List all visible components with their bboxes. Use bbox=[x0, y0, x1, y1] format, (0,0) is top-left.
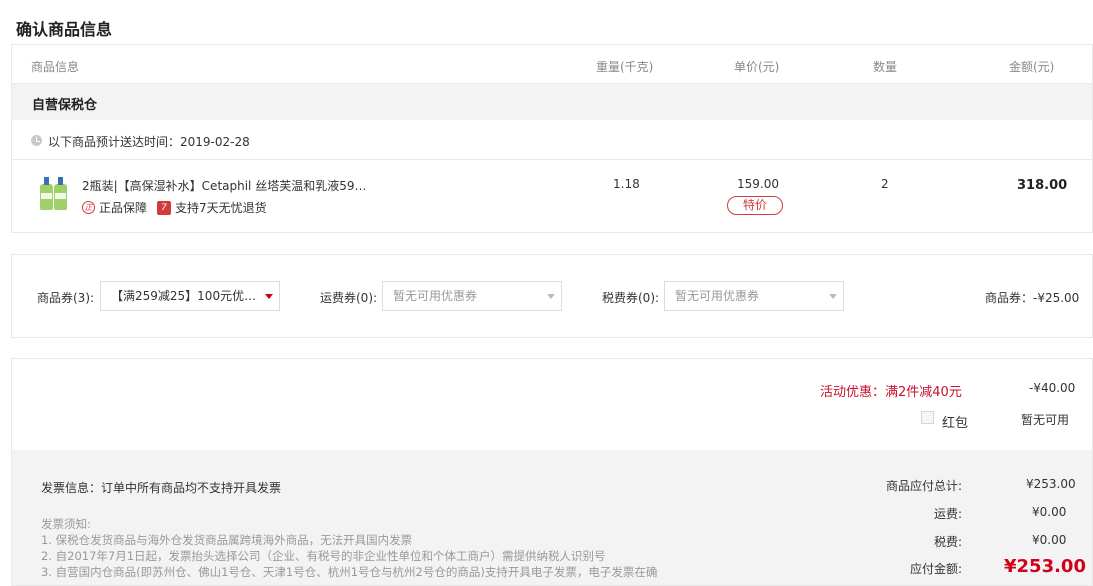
seven-day-return-icon: 7 bbox=[157, 200, 172, 215]
chevron-down-icon bbox=[265, 294, 273, 299]
invoice-note: 2. 自2017年7月1日起，发票抬头选择公司（企业、有税号的非企业性单位和个体… bbox=[41, 549, 606, 563]
clock-icon bbox=[31, 135, 42, 146]
coupon-discount-summary: 商品券：-¥25.00 bbox=[985, 291, 1080, 305]
header-qty: 数量 bbox=[873, 60, 898, 74]
service-badges: 正 正品保障 7 支持7天无忧退货 bbox=[82, 199, 267, 216]
table-row: 2瓶装|【高保湿补水】Cetaphil 丝塔芙温和乳液591ml 正 正品保障 … bbox=[12, 160, 1092, 232]
coupon-section: 商品券(3): 【满259减25】100元优惠券包 运费券(0): 暂无可用优惠… bbox=[11, 254, 1093, 338]
page-title: 确认商品信息 bbox=[16, 20, 113, 39]
promotion-value: -¥40.00 bbox=[1029, 381, 1076, 395]
warehouse-row: 自营保税仓 bbox=[12, 84, 1092, 120]
goods-coupon-select[interactable]: 【满259减25】100元优惠券包 bbox=[100, 281, 280, 311]
tax-fee-value: ¥0.00 bbox=[1032, 533, 1067, 547]
shipping-coupon-value: 暂无可用优惠券 bbox=[393, 289, 478, 303]
genuine-badge-label: 正品保障 bbox=[99, 201, 148, 215]
payable-label: 应付金额: bbox=[909, 562, 962, 576]
item-price: 159.00 bbox=[737, 177, 779, 191]
invoice-notes-title: 发票须知: bbox=[41, 517, 91, 531]
tax-fee-label: 税费: bbox=[933, 535, 962, 549]
invoice-notes: 发票须知: 1. 保税仓发货商品与海外仓发货商品属跨境海外商品，无法开具国内发票… bbox=[41, 516, 657, 580]
goods-total-value: ¥253.00 bbox=[1026, 477, 1076, 491]
tax-coupon-label: 税费券(0): bbox=[602, 291, 660, 305]
invoice-note: 3. 自营国内仓商品(即苏州仓、佛山1号仓、天津1号仓、杭州1号仓与杭州2号仓的… bbox=[41, 565, 658, 579]
goods-table: 商品信息 重量(千克) 单价(元) 数量 金额(元) 自营保税仓 以下商品预计送… bbox=[11, 44, 1093, 233]
item-quantity: 2 bbox=[881, 177, 889, 191]
hongbao-checkbox[interactable] bbox=[921, 411, 934, 424]
return-badge-label: 支持7天无忧退货 bbox=[175, 201, 267, 215]
tax-coupon-value: 暂无可用优惠券 bbox=[675, 289, 760, 303]
payable-amount: ¥253.00 bbox=[1004, 556, 1086, 577]
header-price: 单价(元) bbox=[734, 60, 780, 74]
shipping-coupon-select[interactable]: 暂无可用优惠券 bbox=[382, 281, 562, 311]
bottle-icon bbox=[40, 177, 53, 210]
shipping-coupon-label: 运费券(0): bbox=[320, 291, 378, 305]
promotion-text: 活动优惠：满2件减40元 bbox=[820, 385, 962, 400]
product-name-link[interactable]: 2瓶装|【高保湿补水】Cetaphil 丝塔芙温和乳液591ml bbox=[82, 177, 372, 194]
invoice-note: 1. 保税仓发货商品与海外仓发货商品属跨境海外商品，无法开具国内发票 bbox=[41, 533, 413, 547]
header-amount: 金额(元) bbox=[1009, 60, 1055, 74]
shipping-fee-value: ¥0.00 bbox=[1032, 505, 1067, 519]
bottle-icon bbox=[54, 177, 67, 210]
warehouse-name: 自营保税仓 bbox=[32, 98, 98, 113]
table-header: 商品信息 重量(千克) 单价(元) 数量 金额(元) bbox=[12, 45, 1092, 84]
goods-total-label: 商品应付总计: bbox=[885, 479, 962, 493]
item-weight: 1.18 bbox=[613, 177, 640, 191]
goods-coupon-label: 商品券(3): bbox=[37, 291, 95, 305]
invoice-summary-section: 发票信息：订单中所有商品均不支持开具发票 发票须知: 1. 保税仓发货商品与海外… bbox=[11, 450, 1093, 586]
item-amount: 318.00 bbox=[1017, 178, 1068, 193]
delivery-row: 以下商品预计送达时间：2019-02-28 bbox=[12, 120, 1092, 160]
header-weight: 重量(千克) bbox=[596, 60, 654, 74]
goods-coupon-value: 【满259减25】100元优惠券包 bbox=[111, 289, 261, 303]
genuine-icon: 正 bbox=[82, 201, 95, 214]
header-info: 商品信息 bbox=[31, 60, 80, 74]
product-thumbnail[interactable] bbox=[37, 174, 69, 210]
invoice-info: 发票信息：订单中所有商品均不支持开具发票 bbox=[41, 481, 282, 495]
chevron-down-icon bbox=[547, 294, 555, 299]
hongbao-value: 暂无可用 bbox=[1021, 413, 1070, 427]
hongbao-label: 红包 bbox=[942, 416, 969, 431]
special-price-tag: 特价 bbox=[727, 196, 783, 215]
tax-coupon-select[interactable]: 暂无可用优惠券 bbox=[664, 281, 844, 311]
delivery-text: 以下商品预计送达时间：2019-02-28 bbox=[48, 135, 250, 149]
chevron-down-icon bbox=[829, 294, 837, 299]
shipping-fee-label: 运费: bbox=[933, 507, 962, 521]
promotion-section: 活动优惠：满2件减40元 -¥40.00 红包 暂无可用 bbox=[11, 358, 1093, 450]
